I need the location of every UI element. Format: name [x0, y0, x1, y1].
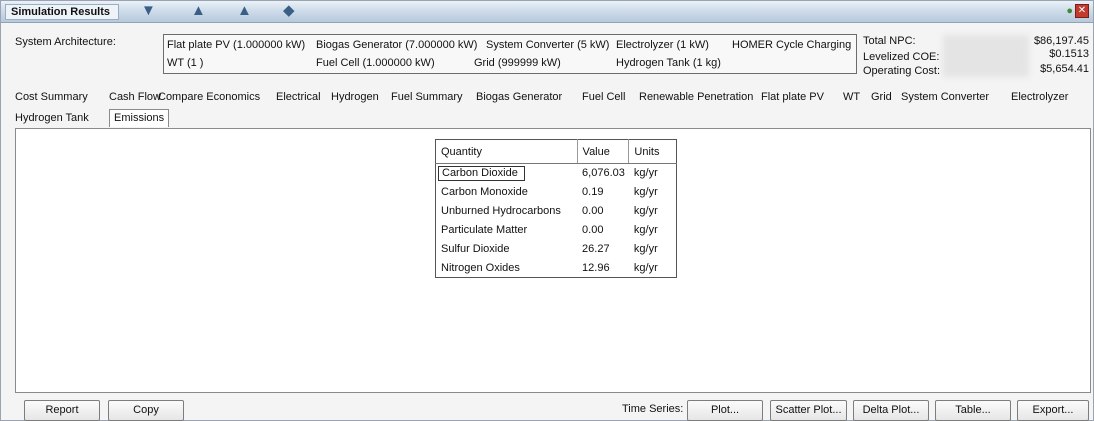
units-cell[interactable]: kg/yr [629, 164, 677, 183]
status-icon: ● [1066, 5, 1073, 17]
architecture-bar: System Architecture: Flat plate PV (1.00… [9, 28, 1089, 79]
quantity-cell[interactable]: Carbon Monoxide [436, 183, 578, 202]
arch-item: Electrolyzer (1 kW) [616, 39, 709, 51]
units-cell[interactable]: kg/yr [629, 183, 677, 202]
emissions-panel: Quantity Value Units Carbon Dioxide 6,07… [15, 128, 1091, 393]
tab-system-converter[interactable]: System Converter [901, 91, 989, 103]
operating-cost-label: Operating Cost: [863, 65, 941, 77]
architecture-box: Flat plate PV (1.000000 kW) Biogas Gener… [163, 34, 857, 74]
column-header-quantity[interactable]: Quantity [435, 139, 578, 164]
export-button[interactable]: Export... [1017, 400, 1089, 421]
title-bar: Simulation Results ▼ ▲ ▲ ◆ ● ✕ [1, 1, 1093, 23]
tab-hydrogen-tank[interactable]: Hydrogen Tank [15, 112, 89, 124]
npc-value: $86,197.45 [1033, 35, 1089, 47]
units-cell[interactable]: kg/yr [629, 240, 677, 259]
filter-icon: ▼ [141, 2, 156, 19]
cost-summary-box: Total NPC: $86,197.45 Levelized COE: $0.… [861, 33, 1089, 79]
arch-item: Flat plate PV (1.000000 kW) [167, 39, 306, 51]
value-cell[interactable]: 6,076.03 [577, 164, 629, 183]
coe-label: Levelized COE: [863, 51, 940, 63]
arch-item: WT (1 ) [167, 57, 204, 69]
tab-grid[interactable]: Grid [871, 91, 892, 103]
tab-electrolyzer[interactable]: Electrolyzer [1011, 91, 1068, 103]
npc-label: Total NPC: [863, 35, 916, 47]
chart-icon: ▲ [237, 2, 252, 19]
quantity-cell[interactable]: Sulfur Dioxide [436, 240, 578, 259]
table-row[interactable]: Particulate Matter 0.00 kg/yr [436, 221, 677, 240]
tab-fuel-summary[interactable]: Fuel Summary [391, 91, 463, 103]
tab-electrical[interactable]: Electrical [276, 91, 321, 103]
quantity-cell[interactable]: Carbon Dioxide [436, 164, 578, 183]
units-cell[interactable]: kg/yr [629, 259, 677, 278]
plug-icon: ◆ [283, 2, 295, 19]
chart-icon: ▲ [191, 2, 206, 19]
units-cell[interactable]: kg/yr [629, 221, 677, 240]
simulation-results-window: Simulation Results ▼ ▲ ▲ ◆ ● ✕ System Ar… [0, 0, 1094, 421]
column-header-units[interactable]: Units [628, 139, 677, 164]
time-series-label: Time Series: [622, 403, 684, 415]
window-title: Simulation Results [5, 4, 120, 20]
architecture-label: System Architecture: [15, 36, 116, 48]
scatter-plot-button[interactable]: Scatter Plot... [770, 400, 847, 421]
tab-cost-summary[interactable]: Cost Summary [15, 91, 88, 103]
tab-wt[interactable]: WT [843, 91, 860, 103]
close-icon[interactable]: ✕ [1075, 4, 1089, 18]
tab-emissions[interactable]: Emissions [109, 109, 170, 127]
plot-button[interactable]: Plot... [687, 400, 763, 421]
value-cell[interactable]: 12.96 [577, 259, 629, 278]
operating-cost-value: $5,654.41 [1040, 63, 1089, 75]
quantity-cell[interactable]: Nitrogen Oxides [436, 259, 578, 278]
emissions-table: Quantity Value Units Carbon Dioxide 6,07… [435, 139, 677, 278]
selected-cell-text: Carbon Dioxide [438, 165, 525, 181]
arch-item: Grid (999999 kW) [474, 57, 561, 69]
quantity-cell[interactable]: Unburned Hydrocarbons [436, 202, 578, 221]
tab-cash-flow[interactable]: Cash Flow [109, 91, 161, 103]
value-cell[interactable]: 0.00 [577, 221, 629, 240]
units-cell[interactable]: kg/yr [629, 202, 677, 221]
tab-hydrogen[interactable]: Hydrogen [331, 91, 379, 103]
arch-item: Fuel Cell (1.000000 kW) [316, 57, 435, 69]
value-cell[interactable]: 0.19 [577, 183, 629, 202]
tab-flat-plate-pv[interactable]: Flat plate PV [761, 91, 824, 103]
table-row[interactable]: Carbon Dioxide 6,076.03 kg/yr [436, 164, 677, 183]
tab-biogas-generator[interactable]: Biogas Generator [476, 91, 562, 103]
tab-renewable-penetration[interactable]: Renewable Penetration [639, 91, 753, 103]
report-button[interactable]: Report [24, 400, 100, 421]
delta-plot-button[interactable]: Delta Plot... [853, 400, 929, 421]
value-cell[interactable]: 26.27 [577, 240, 629, 259]
arch-item: HOMER Cycle Charging [732, 39, 852, 51]
tab-fuel-cell[interactable]: Fuel Cell [582, 91, 625, 103]
table-button[interactable]: Table... [935, 400, 1011, 421]
copy-button[interactable]: Copy [108, 400, 184, 421]
column-header-value[interactable]: Value [577, 139, 630, 164]
coe-value: $0.1513 [1049, 48, 1089, 60]
table-row[interactable]: Carbon Monoxide 0.19 kg/yr [436, 183, 677, 202]
arch-item: System Converter (5 kW) [486, 39, 610, 51]
table-header-row: Quantity Value Units [435, 139, 677, 164]
arch-item: Hydrogen Tank (1 kg) [616, 57, 721, 69]
value-cell[interactable]: 0.00 [577, 202, 629, 221]
tab-compare-economics[interactable]: Compare Economics [158, 91, 260, 103]
quantity-cell[interactable]: Particulate Matter [436, 221, 578, 240]
table-row[interactable]: Sulfur Dioxide 26.27 kg/yr [436, 240, 677, 259]
blurred-region [943, 35, 1029, 77]
table-row[interactable]: Nitrogen Oxides 12.96 kg/yr [436, 259, 677, 278]
table-row[interactable]: Unburned Hydrocarbons 0.00 kg/yr [436, 202, 677, 221]
arch-item: Biogas Generator (7.000000 kW) [316, 39, 478, 51]
